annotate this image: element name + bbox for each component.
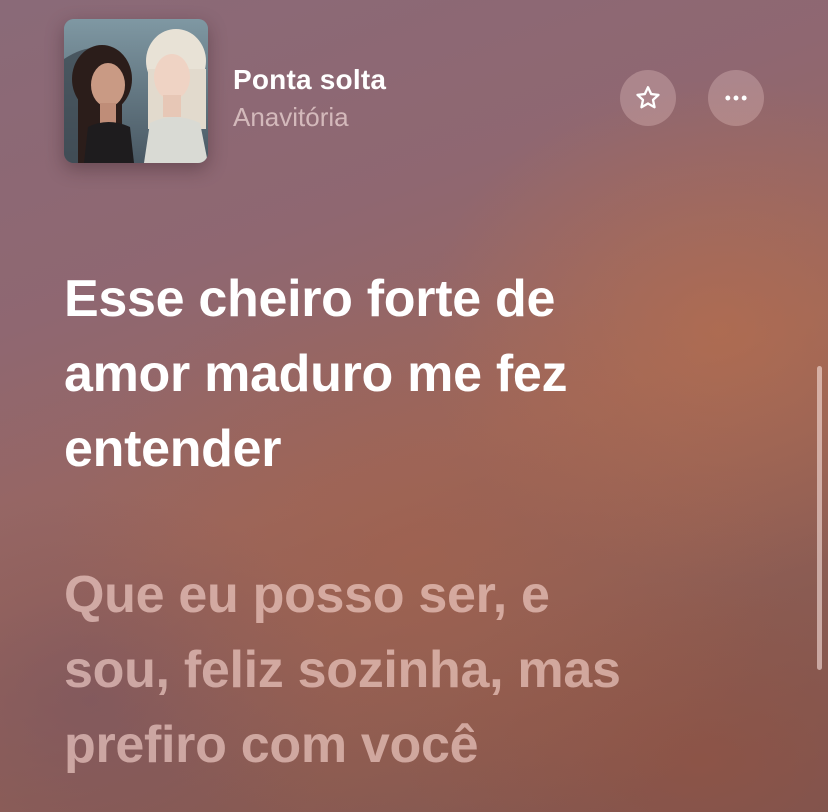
more-options-button[interactable] — [708, 70, 764, 126]
lyric-row: prefiro com você — [64, 716, 479, 774]
track-info[interactable]: Ponta solta Anavitória — [233, 62, 386, 134]
lyric-row: sou, feliz sozinha, mas — [64, 641, 621, 699]
lyric-row: amor maduro me fez — [64, 345, 568, 403]
album-artwork[interactable] — [64, 19, 208, 163]
lyric-row: Que eu posso ser, e — [64, 566, 550, 624]
lyric-row: Esse cheiro forte de — [64, 270, 556, 328]
track-artist[interactable]: Anavitória — [233, 100, 386, 134]
ellipsis-icon — [725, 95, 747, 101]
album-artwork-image — [64, 19, 208, 163]
lyrics-view[interactable]: Esse cheiro forte de amor maduro me fez … — [64, 262, 764, 783]
favorite-button[interactable] — [620, 70, 676, 126]
star-icon — [636, 86, 660, 109]
lyric-row: entender — [64, 420, 282, 478]
lyrics-scrollbar[interactable] — [817, 366, 822, 670]
track-title: Ponta solta — [233, 64, 387, 95]
now-playing-header: Ponta solta Anavitória — [0, 0, 828, 190]
lyric-line-current[interactable]: Esse cheiro forte de amor maduro me fez … — [64, 262, 764, 487]
lyric-line-next[interactable]: Que eu posso ser, e sou, feliz sozinha, … — [64, 558, 764, 783]
